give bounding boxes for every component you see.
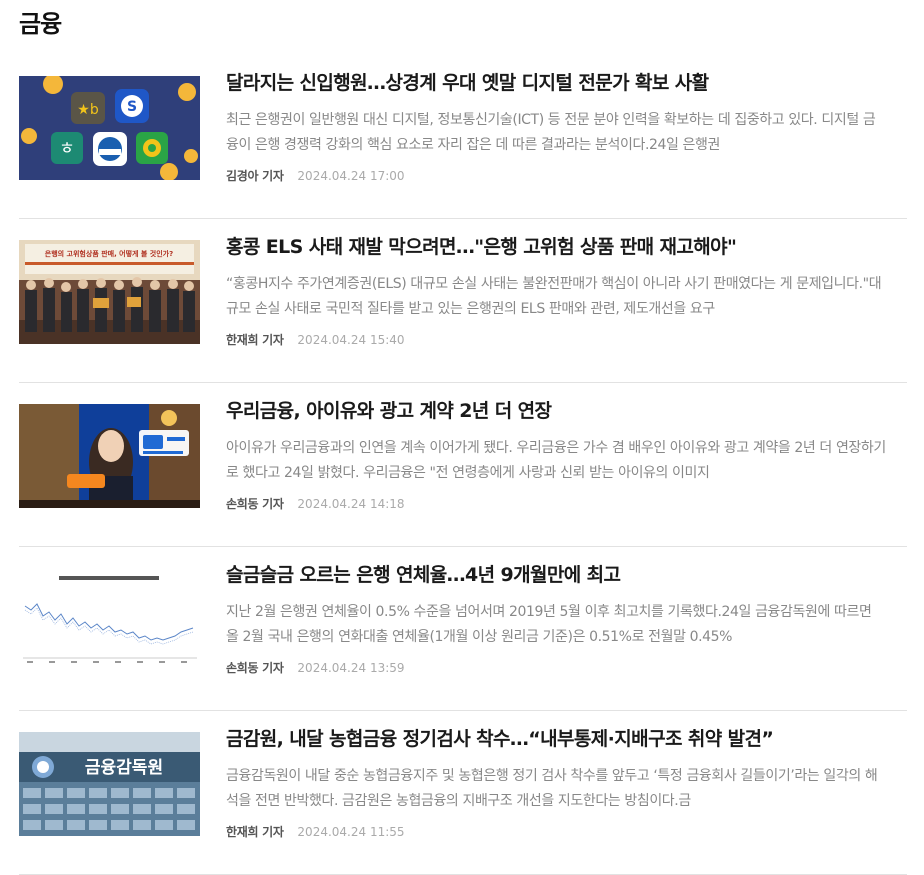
- svg-text:★b: ★b: [77, 102, 99, 118]
- banner-text: 은행의 고위험상품 판매, 어떻게 볼 것인가?: [45, 249, 173, 258]
- fss-building-photo: 금융감독원: [19, 732, 200, 836]
- building-sign-text: 금융감독원: [85, 758, 163, 778]
- article-title[interactable]: 달라지는 신입행원…상경계 우대 옛말 디지털 전문가 확보 사활: [226, 68, 906, 95]
- article-date: 2024.04.24 15:40: [297, 333, 405, 347]
- advertisement-photo: [19, 404, 200, 508]
- article-thumbnail[interactable]: [19, 568, 200, 672]
- article-item[interactable]: 은행의 고위험상품 판매, 어떻게 볼 것인가? 홍콩 ELS 사태 재발 막으…: [19, 222, 907, 383]
- svg-text:ㅎ: ㅎ: [59, 139, 75, 159]
- article-thumbnail[interactable]: 금융감독원: [19, 732, 200, 836]
- article-date: 2024.04.24 14:18: [297, 497, 405, 511]
- article-thumbnail[interactable]: ★b S ㅎ: [19, 76, 200, 180]
- article-meta: 김경아 기자 2024.04.24 17:00: [226, 167, 405, 184]
- article-thumbnail[interactable]: [19, 404, 200, 508]
- article-author: 손희동 기자: [226, 497, 284, 511]
- article-item[interactable]: 우리금융, 아이유와 광고 계약 2년 더 연장 아이유가 우리금융과의 인연을…: [19, 386, 907, 547]
- section-title: 금융: [19, 10, 62, 38]
- article-title[interactable]: 홍콩 ELS 사태 재발 막으려면…"은행 고위험 상품 판매 재고해야": [226, 232, 906, 259]
- article-date: 2024.04.24 13:59: [297, 661, 405, 675]
- article-item[interactable]: 슬금슬금 오르는 은행 연체율…4년 9개월만에 최고 지난 2월 은행권 연체…: [19, 550, 907, 711]
- article-thumbnail[interactable]: 은행의 고위험상품 판매, 어떻게 볼 것인가?: [19, 240, 200, 344]
- article-meta: 손희동 기자 2024.04.24 13:59: [226, 659, 405, 676]
- article-meta: 한재희 기자 2024.04.24 15:40: [226, 331, 405, 348]
- article-meta: 한재희 기자 2024.04.24 11:55: [226, 823, 405, 840]
- svg-text:S: S: [127, 99, 137, 115]
- article-summary: 최근 은행권이 일반행원 대신 디지털, 정보통신기술(ICT) 등 전문 분야…: [226, 112, 876, 153]
- article-meta: 손희동 기자 2024.04.24 14:18: [226, 495, 405, 512]
- press-conference-photo: 은행의 고위험상품 판매, 어떻게 볼 것인가?: [19, 240, 200, 344]
- article-summary: 지난 2월 은행권 연체율이 0.5% 수준을 넘어서며 2019년 5월 이후…: [226, 604, 872, 645]
- article-author: 한재희 기자: [226, 333, 284, 347]
- article-date: 2024.04.24 17:00: [297, 169, 405, 183]
- article-summary: “홍콩H지수 주가연계증권(ELS) 대규모 손실 사태는 불완전판매가 핵심이…: [226, 276, 882, 317]
- article-author: 김경아 기자: [226, 169, 284, 183]
- article-item[interactable]: 금융감독원 금감원, 내달 농협금융 정기검사 착수…“내부통제·지배구조 취약…: [19, 714, 907, 875]
- delinquency-chart-image: [19, 568, 200, 672]
- article-summary: 금융감독원이 내달 중순 농협금융지주 및 농협은행 정기 검사 착수를 앞두고…: [226, 768, 878, 809]
- article-title[interactable]: 슬금슬금 오르는 은행 연체율…4년 9개월만에 최고: [226, 560, 906, 587]
- article-title[interactable]: 우리금융, 아이유와 광고 계약 2년 더 연장: [226, 396, 906, 423]
- bank-apps-illustration: ★b S ㅎ: [19, 76, 200, 180]
- article-list: ★b S ㅎ 달라지는 신입행원…상경계 우대 옛말 디지털 전문가 확보 사활…: [19, 58, 907, 875]
- article-summary: 아이유가 우리금융과의 인연을 계속 이어가게 됐다. 우리금융은 가수 겸 배…: [226, 440, 886, 481]
- article-title[interactable]: 금감원, 내달 농협금융 정기검사 착수…“내부통제·지배구조 취약 발견”: [226, 724, 906, 751]
- article-author: 손희동 기자: [226, 661, 284, 675]
- article-item[interactable]: ★b S ㅎ 달라지는 신입행원…상경계 우대 옛말 디지털 전문가 확보 사활…: [19, 58, 907, 219]
